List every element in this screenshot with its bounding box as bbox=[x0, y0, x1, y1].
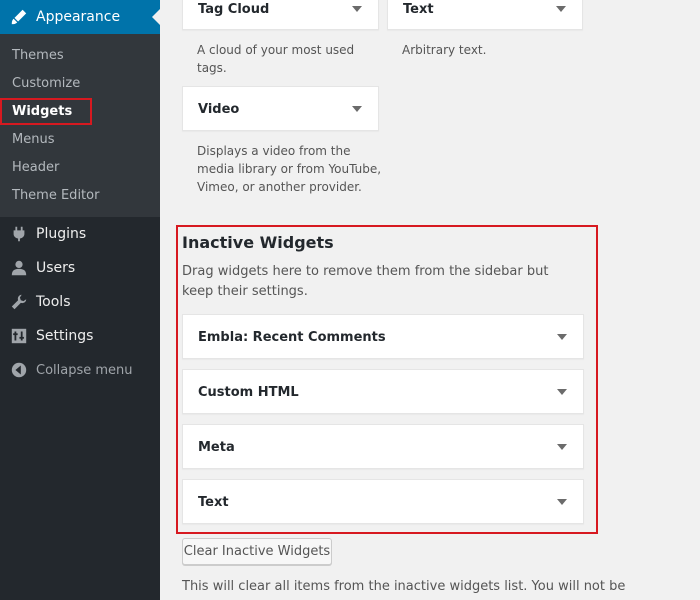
menu-appearance-label: Appearance bbox=[36, 9, 121, 25]
menu-tools-label: Tools bbox=[36, 294, 71, 310]
widget-tag-cloud-description: A cloud of your most used tags. bbox=[197, 43, 355, 75]
widget-tag-cloud[interactable]: Tag Cloud bbox=[182, 0, 379, 30]
collapse-menu-button[interactable]: Collapse menu bbox=[0, 353, 160, 387]
inactive-widget-text[interactable]: Text bbox=[182, 479, 584, 524]
menu-users-label: Users bbox=[36, 260, 76, 276]
inactive-widget-label: Embla: Recent Comments bbox=[198, 330, 386, 345]
user-icon bbox=[11, 260, 27, 276]
submenu-header[interactable]: Header bbox=[12, 160, 59, 175]
menu-appearance[interactable]: Appearance bbox=[0, 0, 160, 34]
menu-tools[interactable]: Tools bbox=[0, 285, 160, 319]
paintbrush-icon bbox=[11, 9, 27, 25]
wrench-icon bbox=[11, 294, 27, 310]
inactive-widget-meta[interactable]: Meta bbox=[182, 424, 584, 469]
widget-text[interactable]: Text bbox=[387, 0, 583, 30]
inactive-widget-label: Text bbox=[198, 495, 229, 510]
widget-video-description: Displays a video from the media library … bbox=[197, 144, 382, 194]
chevron-down-icon[interactable] bbox=[556, 6, 566, 12]
submenu-menus[interactable]: Menus bbox=[12, 132, 54, 147]
collapse-menu-label: Collapse menu bbox=[36, 363, 133, 378]
chevron-down-icon[interactable] bbox=[557, 334, 567, 340]
clear-inactive-description: This will clear all items from the inact… bbox=[182, 579, 626, 594]
inactive-widget-label: Meta bbox=[198, 440, 235, 455]
current-menu-arrow bbox=[152, 9, 160, 25]
settings-icon bbox=[11, 328, 27, 344]
widget-video-label: Video bbox=[198, 102, 240, 117]
inactive-widget-recent-comments[interactable]: Embla: Recent Comments bbox=[182, 314, 584, 359]
widget-video[interactable]: Video bbox=[182, 86, 379, 131]
submenu-theme-editor[interactable]: Theme Editor bbox=[12, 188, 99, 203]
plug-icon bbox=[13, 226, 25, 242]
menu-users[interactable]: Users bbox=[0, 251, 160, 285]
collapse-icon bbox=[11, 362, 27, 378]
chevron-down-icon[interactable] bbox=[352, 6, 362, 12]
clear-inactive-widgets-button[interactable]: Clear Inactive Widgets bbox=[182, 538, 332, 565]
submenu-customize[interactable]: Customize bbox=[12, 76, 80, 91]
widgets-main-area: Tag Cloud A cloud of your most used tags… bbox=[160, 0, 700, 600]
inactive-widgets-description: Drag widgets here to remove them from th… bbox=[182, 264, 549, 299]
inactive-widgets-title: Inactive Widgets bbox=[182, 233, 334, 252]
appearance-submenu: Themes Customize Widgets Menus Header Th… bbox=[0, 34, 160, 217]
chevron-down-icon[interactable] bbox=[557, 389, 567, 395]
chevron-down-icon[interactable] bbox=[352, 106, 362, 112]
chevron-down-icon[interactable] bbox=[557, 444, 567, 450]
menu-plugins[interactable]: Plugins bbox=[0, 217, 160, 251]
widgets-highlight-box bbox=[0, 98, 92, 125]
menu-plugins-label: Plugins bbox=[36, 226, 87, 242]
widget-text-description: Arbitrary text. bbox=[402, 43, 487, 57]
menu-settings-label: Settings bbox=[36, 328, 94, 344]
chevron-down-icon[interactable] bbox=[557, 499, 567, 505]
widget-text-label: Text bbox=[403, 2, 434, 17]
inactive-widget-custom-html[interactable]: Custom HTML bbox=[182, 369, 584, 414]
submenu-themes[interactable]: Themes bbox=[12, 48, 64, 63]
menu-settings[interactable]: Settings bbox=[0, 319, 160, 353]
widget-tag-cloud-label: Tag Cloud bbox=[198, 2, 270, 17]
inactive-widget-label: Custom HTML bbox=[198, 385, 299, 400]
admin-sidebar: Appearance Themes Customize Widgets Menu… bbox=[0, 0, 160, 600]
